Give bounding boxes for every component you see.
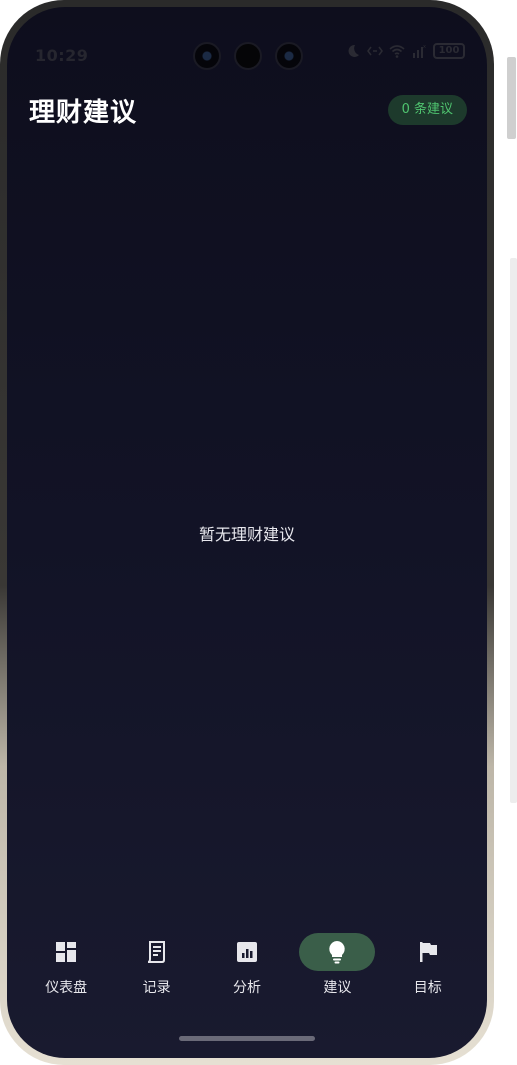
nav-icon-container [299,933,376,971]
dashboard-icon [56,942,77,962]
tab-suggestions[interactable]: 建议 [294,933,380,1003]
camera-lens-icon [275,42,303,70]
signal-icon: x [413,44,426,58]
status-time: 10:29 [35,45,89,65]
status-bar: 10:29 x 100 [7,37,487,73]
tab-label: 仪表盘 [45,980,88,996]
tab-analysis[interactable]: 分析 [204,933,290,1003]
tab-dashboard[interactable]: 仪表盘 [23,933,109,1003]
tab-records[interactable]: 记录 [114,933,200,1003]
scrollbar-thumb[interactable] [507,57,516,139]
empty-state-message: 暂无理财建议 [198,525,295,544]
tab-goals[interactable]: 目标 [385,933,471,1003]
wifi-icon [389,45,405,58]
receipt-icon [147,941,165,963]
flag-icon [419,942,437,962]
camera-cutout [193,41,303,71]
phone-frame: 10:29 x 100 理财建议 0 条建议 暂无理财建议 仪表盘 记录 分析 … [0,0,494,1065]
svg-text:x: x [423,44,426,50]
camera-lens-icon [193,42,221,70]
tab-label: 目标 [413,980,442,996]
bar-chart-icon [236,942,257,962]
screen: 10:29 x 100 理财建议 0 条建议 暂无理财建议 仪表盘 记录 分析 … [7,7,487,1058]
side-edge-panel [510,258,517,803]
app-header: 理财建议 0 条建议 [29,87,467,133]
data-transfer-icon [367,46,383,56]
tab-label: 建议 [323,980,352,996]
home-indicator[interactable] [179,1036,315,1041]
bottom-nav: 仪表盘 记录 分析 建议 目标 [7,933,487,1003]
suggestion-count-badge: 0 条建议 [387,95,467,125]
moon-icon [348,44,359,57]
status-icons: x 100 [345,43,465,59]
tab-label: 分析 [232,980,261,996]
battery-icon: 100 [433,43,465,59]
sensor-icon [234,42,262,70]
lightbulb-icon [329,941,346,964]
nav-icon-container [390,933,466,971]
nav-icon-container [209,933,285,971]
page-title: 理财建议 [29,97,138,128]
nav-icon-container [28,933,104,971]
tab-label: 记录 [142,980,171,996]
nav-icon-container [119,933,195,971]
